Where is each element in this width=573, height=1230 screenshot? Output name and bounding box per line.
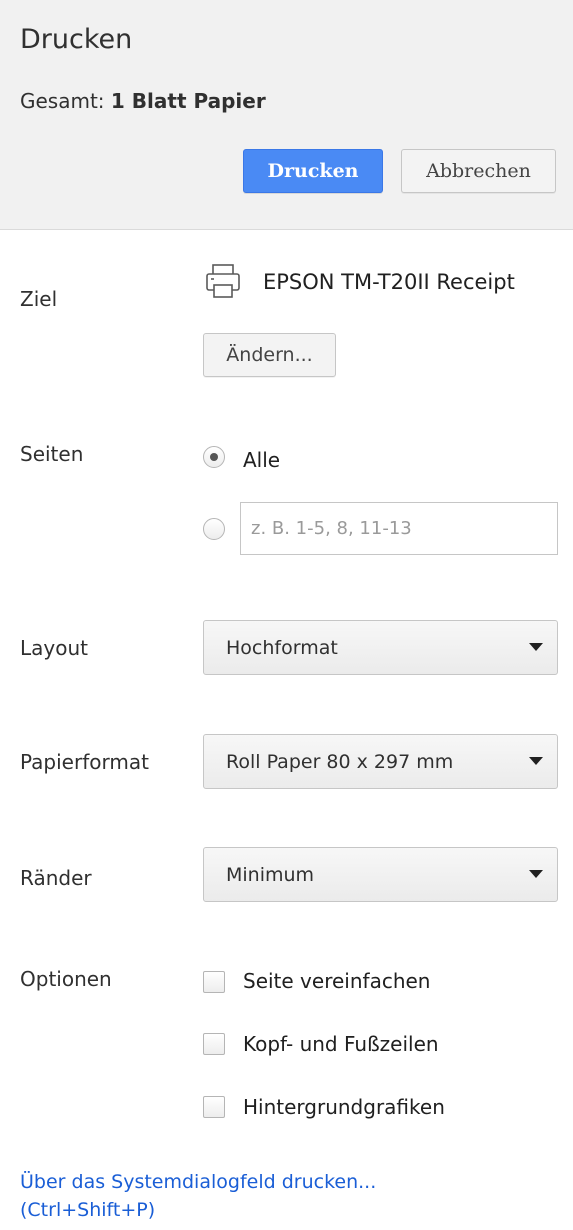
pages-custom-radio[interactable] <box>203 518 225 540</box>
cancel-button[interactable]: Abbrechen <box>401 149 556 193</box>
margins-label: Ränder <box>20 866 92 890</box>
margins-select-value: Minimum <box>226 863 315 886</box>
printer-icon <box>206 264 240 298</box>
chevron-down-icon <box>529 757 543 765</box>
paper-format-select-value: Roll Paper 80 x 297 mm <box>226 750 454 773</box>
headers-footers-checkbox[interactable] <box>203 1033 225 1055</box>
simplify-page-label: Seite vereinfachen <box>243 969 431 993</box>
system-dialog-link-text: Über das Systemdialogfeld drucken... <box>20 1171 377 1193</box>
margins-select[interactable]: Minimum <box>203 847 558 902</box>
layout-select-value: Hochformat <box>226 636 338 659</box>
system-dialog-link[interactable]: Über das Systemdialogfeld drucken... (Ct… <box>20 1168 376 1224</box>
chevron-down-icon <box>529 643 543 651</box>
background-graphics-checkbox[interactable] <box>203 1096 225 1118</box>
layout-select[interactable]: Hochformat <box>203 620 558 675</box>
chevron-down-icon <box>529 870 543 878</box>
headers-footers-label: Kopf- und Fußzeilen <box>243 1032 439 1056</box>
options-label: Optionen <box>20 967 112 991</box>
simplify-page-checkbox[interactable] <box>203 971 225 993</box>
summary-value: 1 Blatt Papier <box>110 89 266 113</box>
pages-custom-input[interactable] <box>240 502 558 555</box>
system-dialog-shortcut: (Ctrl+Shift+P) <box>20 1199 156 1221</box>
print-button[interactable]: Drucken <box>243 149 383 193</box>
layout-label: Layout <box>20 636 88 660</box>
background-graphics-label: Hintergrundgrafiken <box>243 1095 445 1119</box>
page-count-summary: Gesamt: 1 Blatt Papier <box>20 89 266 113</box>
pages-all-radio[interactable] <box>203 446 225 468</box>
change-destination-button[interactable]: Ändern... <box>203 333 336 377</box>
paper-format-select[interactable]: Roll Paper 80 x 297 mm <box>203 734 558 789</box>
pages-all-label: Alle <box>243 448 281 472</box>
printer-name: EPSON TM-T20II Receipt <box>263 270 515 294</box>
summary-prefix: Gesamt: <box>20 89 111 113</box>
dialog-header: Drucken Gesamt: 1 Blatt Papier Drucken A… <box>0 0 573 230</box>
paper-format-label: Papierformat <box>20 750 149 774</box>
pages-label: Seiten <box>20 442 84 466</box>
dialog-title: Drucken <box>20 24 133 55</box>
destination-label: Ziel <box>20 287 58 311</box>
